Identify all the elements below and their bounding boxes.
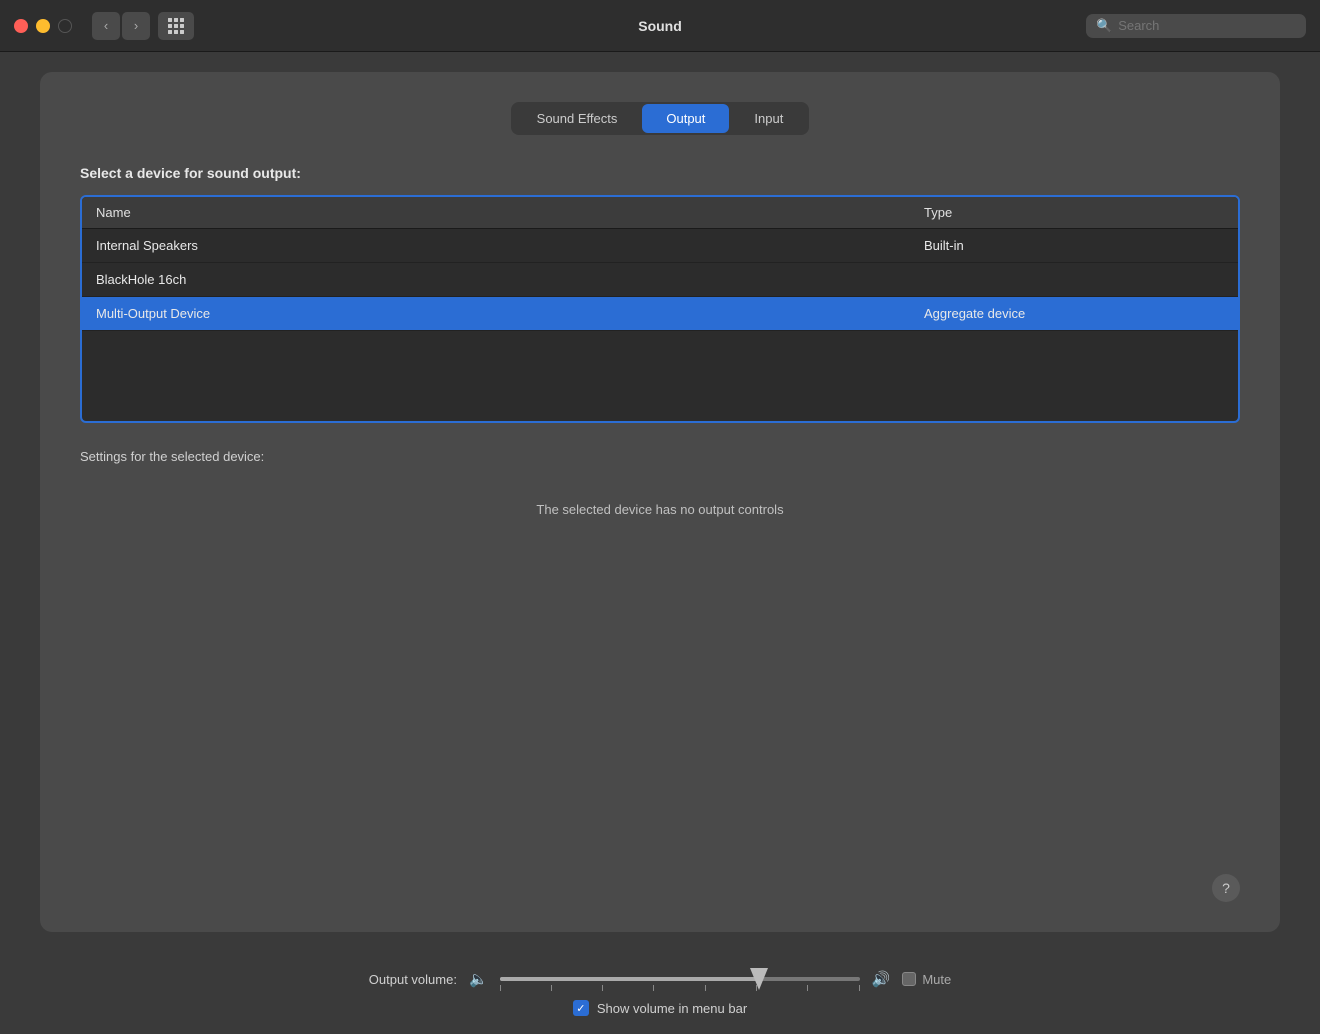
- col-header-type: Type: [924, 205, 1224, 220]
- search-bar[interactable]: 🔍: [1086, 14, 1306, 38]
- traffic-lights: [14, 19, 72, 33]
- tab-sound-effects[interactable]: Sound Effects: [513, 104, 642, 133]
- forward-button[interactable]: ›: [122, 12, 150, 40]
- tabs: Sound Effects Output Input: [80, 102, 1240, 135]
- device-type: Built-in: [924, 238, 1224, 253]
- col-header-name: Name: [96, 205, 924, 220]
- volume-slider[interactable]: [500, 977, 860, 981]
- mute-checkbox[interactable]: [902, 972, 916, 986]
- slider-ticks: [500, 985, 860, 991]
- settings-label: Settings for the selected device:: [80, 449, 1240, 464]
- tab-output[interactable]: Output: [642, 104, 729, 133]
- no-controls-text: The selected device has no output contro…: [80, 502, 1240, 517]
- slider-fill: [500, 977, 759, 981]
- show-volume-checkbox[interactable]: ✓: [573, 1000, 589, 1016]
- back-button[interactable]: ‹: [92, 12, 120, 40]
- search-icon: 🔍: [1096, 18, 1112, 34]
- volume-low-icon: 🔈: [469, 970, 488, 988]
- nav-buttons: ‹ ›: [92, 12, 150, 40]
- close-button[interactable]: [14, 19, 28, 33]
- help-button[interactable]: ?: [1212, 874, 1240, 902]
- section-label: Select a device for sound output:: [80, 165, 1240, 181]
- table-row[interactable]: BlackHole 16ch: [82, 263, 1238, 297]
- show-volume-label: Show volume in menu bar: [597, 1001, 747, 1016]
- table-header: Name Type: [82, 197, 1238, 229]
- table-row[interactable]: Internal Speakers Built-in: [82, 229, 1238, 263]
- device-name: Multi-Output Device: [96, 306, 924, 321]
- device-type: Aggregate device: [924, 306, 1224, 321]
- show-volume-row: ✓ Show volume in menu bar: [573, 1000, 747, 1016]
- device-name: BlackHole 16ch: [96, 272, 924, 287]
- window-title: Sound: [638, 18, 682, 34]
- maximize-button[interactable]: [58, 19, 72, 33]
- tab-input[interactable]: Input: [730, 104, 807, 133]
- volume-row: Output volume: 🔈 🔊: [40, 970, 1280, 988]
- slider-track: [500, 977, 860, 981]
- table-row-empty: [82, 331, 1238, 421]
- bottom-bar: Output volume: 🔈 🔊: [0, 952, 1320, 1034]
- titlebar: ‹ › Sound 🔍: [0, 0, 1320, 52]
- grid-icon: [168, 18, 184, 34]
- main-panel: Sound Effects Output Input Select a devi…: [40, 72, 1280, 932]
- volume-label: Output volume:: [369, 972, 457, 987]
- mute-button[interactable]: Mute: [902, 972, 951, 987]
- minimize-button[interactable]: [36, 19, 50, 33]
- grid-view-button[interactable]: [158, 12, 194, 40]
- mute-label: Mute: [922, 972, 951, 987]
- device-table: Name Type Internal Speakers Built-in Bla…: [80, 195, 1240, 423]
- volume-high-icon: 🔊: [872, 970, 891, 988]
- search-input[interactable]: [1118, 18, 1296, 33]
- settings-content: The selected device has no output contro…: [80, 482, 1240, 902]
- tab-group: Sound Effects Output Input: [511, 102, 810, 135]
- device-name: Internal Speakers: [96, 238, 924, 253]
- table-row-selected[interactable]: Multi-Output Device Aggregate device: [82, 297, 1238, 331]
